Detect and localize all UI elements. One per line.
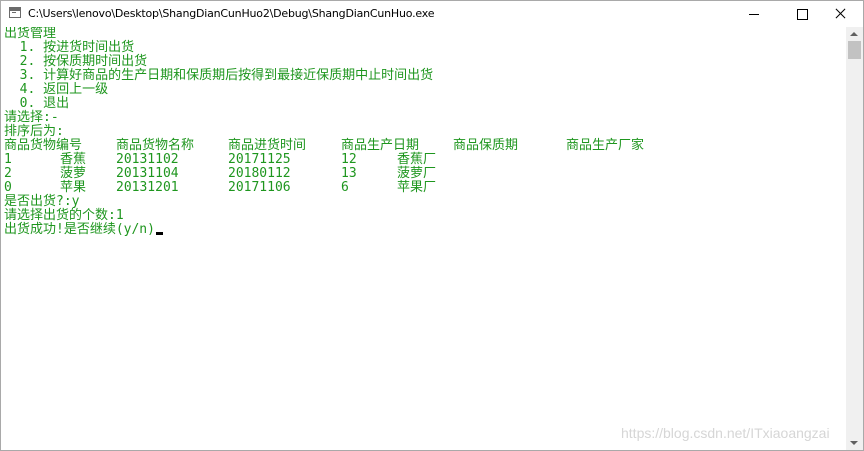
col-header-maker: 商品生产厂家 [566,138,645,153]
row-cell-name: 苹果 [60,180,87,195]
window-title: C:\Users\lenovo\Desktop\ShangDianCunHuo2… [28,7,435,20]
menu-title: 出货管理 [4,27,57,41]
title-bar[interactable]: C:\Users\lenovo\Desktop\ShangDianCunHuo2… [1,1,863,27]
scroll-thumb[interactable] [848,41,861,59]
row-cell-maker: 香蕉厂 [397,152,437,167]
success-prompt-text: 出货成功!是否继续(y/n) [4,222,155,237]
row-cell-id: 0 [4,180,12,195]
col-header-prod-date: 商品生产日期 [341,138,420,153]
menu-option-0: 0. 退出 [4,96,70,111]
row-cell-maker: 菠萝厂 [397,166,437,181]
row-cell-maker: 苹果厂 [397,180,437,195]
row-cell-in-date: 20131104 [116,166,179,181]
row-cell-in-date: 20131201 [116,180,179,195]
scroll-down-arrow-icon[interactable] [850,441,858,445]
console-app-icon[interactable] [9,7,21,18]
scroll-up-arrow-icon[interactable] [850,32,858,36]
text-cursor [155,232,163,235]
vertical-scrollbar[interactable] [846,27,863,450]
console-window: C:\Users\lenovo\Desktop\ShangDianCunHuo2… [0,0,864,451]
row-cell-id: 2 [4,166,12,181]
row-cell-prod-date: 20180112 [228,166,291,181]
close-button[interactable] [817,1,863,27]
col-header-id: 商品货物编号 [4,138,83,153]
row-cell-shelf-life: 12 [341,152,357,167]
console-output[interactable]: 出货管理 1. 按进货时间出货 2. 按保质期时间出货 3. 计算好商品的生产日… [1,27,846,450]
minimize-button[interactable] [731,1,777,27]
confirm-shipment-line: 是否出货?:y [4,194,80,209]
row-cell-shelf-life: 13 [341,166,357,181]
row-cell-name: 香蕉 [60,152,87,167]
col-header-shelf-life: 商品保质期 [453,138,519,153]
menu-option-4: 4. 返回上一级 [4,82,109,97]
menu-option-2: 2. 按保质期时间出货 [4,54,148,69]
row-cell-in-date: 20131102 [116,152,179,167]
row-cell-prod-date: 20171106 [228,180,291,195]
col-header-name: 商品货物名称 [116,138,195,153]
watermark: https://blog.csdn.net/ITxiaoangzai [621,425,830,441]
col-header-in-date: 商品进货时间 [228,138,307,153]
row-cell-name: 菠萝 [60,166,87,181]
sorted-label: 排序后为: [4,124,64,139]
menu-option-3: 3. 计算好商品的生产日期和保质期后按得到最接近保质期中止时间出货 [4,68,434,83]
row-cell-prod-date: 20171125 [228,152,291,167]
success-prompt-line: 出货成功!是否继续(y/n) [4,223,163,237]
row-cell-id: 1 [4,152,12,167]
row-cell-shelf-life: 6 [341,180,349,195]
quantity-line: 请选择出货的个数:1 [4,208,124,223]
menu-option-1: 1. 按进货时间出货 [4,40,135,55]
select-prompt: 请选择:- [4,110,59,125]
